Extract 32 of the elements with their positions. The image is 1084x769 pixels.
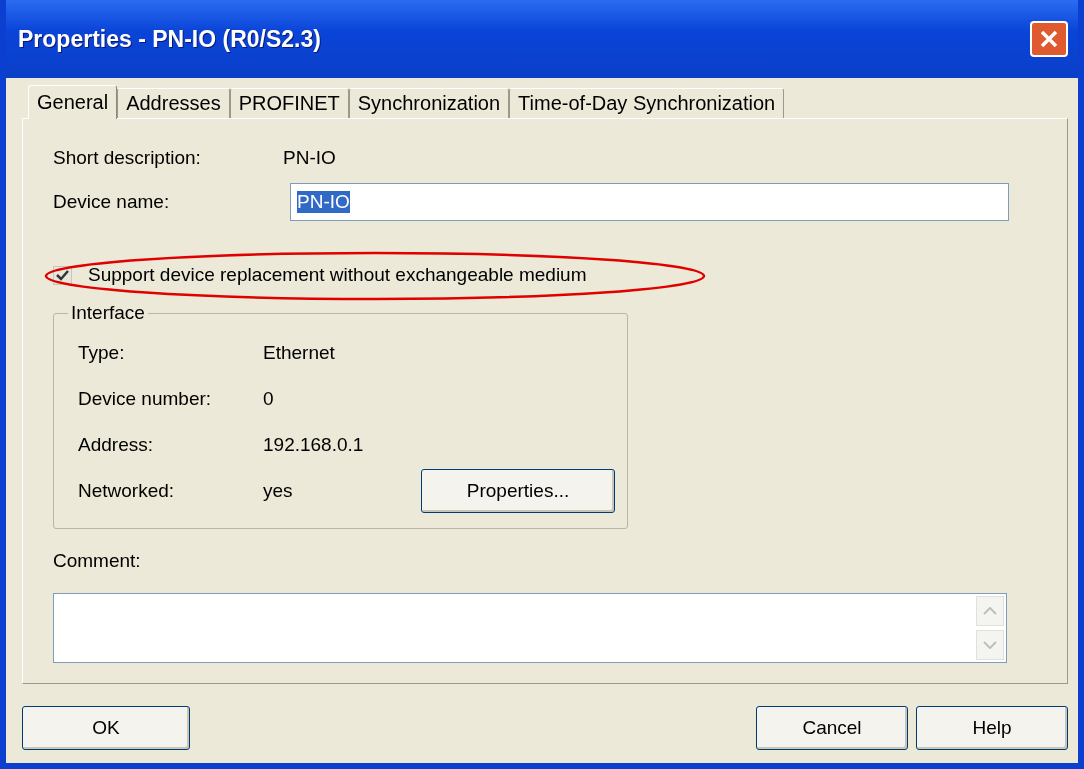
- field-label: Device name:: [53, 190, 171, 213]
- scroll-up-button[interactable]: [976, 595, 1004, 626]
- field-label: Device number:: [78, 388, 213, 411]
- close-icon: [1039, 29, 1059, 49]
- field-label: Short description:: [53, 146, 202, 169]
- field-value: 192.168.0.1: [263, 434, 365, 457]
- tab[interactable]: Addresses: [117, 88, 230, 118]
- checkbox-label: Support device replacement without exchangeable medium: [88, 264, 587, 287]
- down-icon: [983, 640, 997, 649]
- field-value: yes: [263, 480, 294, 503]
- device-name-field[interactable]: PN-IO: [290, 182, 1009, 221]
- field-label: Type:: [78, 342, 126, 365]
- ok-button[interactable]: OK: [22, 706, 190, 750]
- tab[interactable]: Time-of-Day Synchronization: [509, 88, 785, 118]
- field-value: PN-IO: [283, 146, 336, 169]
- field-value: 0: [263, 388, 275, 411]
- window-title: Properties - PN-IO (R0/S2.3): [18, 25, 321, 53]
- scroll-down-button[interactable]: [976, 629, 1004, 660]
- comment-field[interactable]: [53, 592, 1007, 663]
- tab[interactable]: General: [28, 85, 118, 119]
- field-label: Networked:: [78, 480, 176, 503]
- field-label: Address:: [78, 434, 154, 457]
- group-title: Interface: [70, 302, 146, 325]
- field-label: Comment:: [53, 549, 142, 572]
- close-button[interactable]: [1030, 21, 1068, 57]
- up-icon: [983, 606, 997, 615]
- tab[interactable]: Synchronization: [348, 88, 510, 118]
- properties-button[interactable]: Properties...: [421, 469, 615, 514]
- dialog-button[interactable]: Help: [916, 706, 1068, 750]
- tab[interactable]: PROFINET: [229, 88, 349, 118]
- field-value: Ethernet: [263, 342, 336, 365]
- dialog-button[interactable]: Cancel: [756, 706, 908, 750]
